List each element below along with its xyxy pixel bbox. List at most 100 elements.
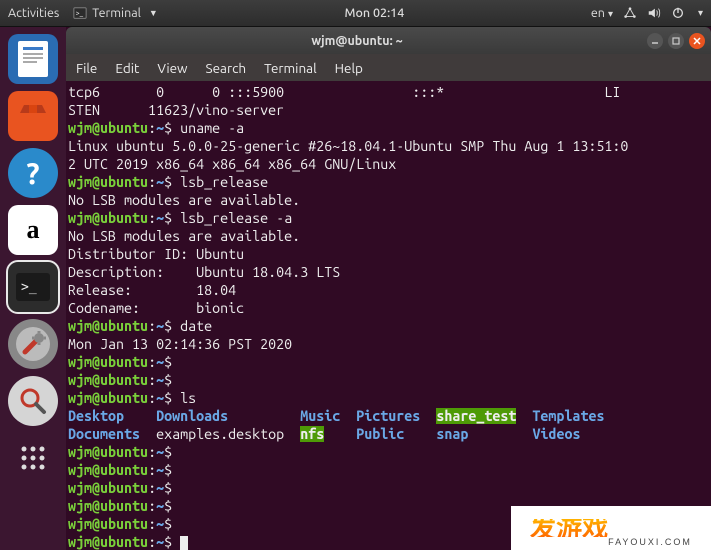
activities-button[interactable]: Activities — [8, 6, 59, 20]
launcher-search[interactable] — [8, 376, 58, 426]
prompt-user: wjm@ubuntu — [68, 480, 148, 496]
ls-dir: Pictures — [356, 408, 420, 424]
prompt-end: $ — [164, 174, 180, 190]
terminal-output: No LSB modules are available. — [68, 228, 300, 244]
prompt-end: $ — [164, 462, 180, 478]
system-menu-caret[interactable]: ▾ — [698, 7, 703, 19]
ls-file: examples.desktop — [156, 426, 284, 442]
terminal-output: No LSB modules are available. — [68, 192, 300, 208]
maximize-button[interactable] — [668, 33, 684, 49]
launcher-amazon[interactable]: a — [8, 205, 58, 255]
cmd: lsb_release -a — [180, 210, 292, 226]
app-menu-label: Terminal — [92, 6, 141, 20]
prompt-end: $ — [164, 354, 180, 370]
prompt-sep: : — [148, 390, 156, 406]
terminal-output: 2 UTC 2019 x86_64 x86_64 x86_64 GNU/Linu… — [68, 156, 396, 172]
terminal-output: Distributor ID: Ubuntu — [68, 246, 244, 262]
window-title: wjm@ubuntu: ~ — [72, 34, 642, 48]
prompt-user: wjm@ubuntu — [68, 534, 148, 550]
launcher-ubuntu-software[interactable] — [8, 91, 58, 141]
cmd: uname -a — [180, 120, 244, 136]
terminal-output: STEN 11623/vino-server — [68, 102, 284, 118]
cursor — [180, 536, 188, 550]
prompt-path: ~ — [156, 390, 164, 406]
terminal-output: Linux ubuntu 5.0.0-25-generic #26~18.04.… — [68, 138, 628, 154]
prompt-user: wjm@ubuntu — [68, 120, 148, 136]
network-icon[interactable] — [623, 6, 637, 20]
prompt-user: wjm@ubuntu — [68, 174, 148, 190]
lang-label: en — [591, 6, 605, 20]
cmd: ls — [180, 390, 196, 406]
svg-text:>_: >_ — [21, 280, 37, 295]
prompt-user: wjm@ubuntu — [68, 372, 148, 388]
prompt-sep: : — [148, 354, 156, 370]
prompt-sep: : — [148, 210, 156, 226]
menu-edit[interactable]: Edit — [115, 60, 139, 76]
ls-dir: Music — [300, 408, 340, 424]
launcher-terminal[interactable]: >_ — [8, 262, 58, 312]
prompt-end: $ — [164, 390, 180, 406]
terminal-output: tcp6 0 0 :::5900 :::* LI — [68, 84, 620, 100]
menu-help[interactable]: Help — [335, 60, 363, 76]
watermark-text: 发游戏 — [530, 519, 608, 537]
svg-text:>_: >_ — [76, 10, 84, 18]
prompt-path: ~ — [156, 318, 164, 334]
prompt-end: $ — [164, 534, 180, 550]
prompt-end: $ — [164, 444, 180, 460]
terminal-viewport[interactable]: tcp6 0 0 :::5900 :::* LI STEN 11623/vino… — [66, 81, 711, 550]
prompt-end: $ — [164, 516, 180, 532]
prompt-sep: : — [148, 534, 156, 550]
launcher-help[interactable]: ? — [8, 148, 58, 198]
prompt-sep: : — [148, 498, 156, 514]
menu-view[interactable]: View — [157, 60, 187, 76]
prompt-end: $ — [164, 210, 180, 226]
chevron-down-icon: ▼ — [149, 8, 158, 18]
prompt-path: ~ — [156, 534, 164, 550]
clock[interactable]: Mon 02:14 — [158, 6, 591, 20]
prompt-path: ~ — [156, 174, 164, 190]
prompt-user: wjm@ubuntu — [68, 390, 148, 406]
prompt-sep: : — [148, 318, 156, 334]
power-icon[interactable] — [671, 6, 685, 20]
window-titlebar[interactable]: wjm@ubuntu: ~ — [66, 27, 711, 54]
menubar: File Edit View Search Terminal Help — [66, 54, 711, 81]
prompt-user: wjm@ubuntu — [68, 462, 148, 478]
launcher-settings[interactable] — [8, 319, 58, 369]
prompt-user: wjm@ubuntu — [68, 354, 148, 370]
prompt-path: ~ — [156, 462, 164, 478]
prompt-path: ~ — [156, 354, 164, 370]
app-menu[interactable]: >_ Terminal ▼ — [73, 6, 158, 20]
ls-dir: Public — [356, 426, 404, 442]
ls-dir: Desktop — [68, 408, 124, 424]
terminal-output: Release: 18.04 — [68, 282, 236, 298]
launcher-show-apps[interactable] — [8, 433, 58, 483]
close-button[interactable] — [689, 33, 705, 49]
prompt-path: ~ — [156, 210, 164, 226]
launcher-libreoffice-writer[interactable] — [8, 34, 58, 84]
prompt-user: wjm@ubuntu — [68, 516, 148, 532]
launcher-dock: ? a >_ — [0, 27, 66, 550]
prompt-path: ~ — [156, 498, 164, 514]
cmd: lsb_release — [180, 174, 268, 190]
prompt-end: $ — [164, 480, 180, 496]
terminal-icon: >_ — [73, 6, 87, 20]
prompt-sep: : — [148, 174, 156, 190]
menu-search[interactable]: Search — [206, 60, 247, 76]
lang-indicator[interactable]: en▾ — [591, 6, 613, 20]
volume-icon[interactable] — [647, 6, 661, 20]
prompt-user: wjm@ubuntu — [68, 498, 148, 514]
gnome-topbar: Activities >_ Terminal ▼ Mon 02:14 en▾ ▾ — [0, 0, 711, 27]
ls-other: nfs — [300, 426, 324, 442]
prompt-sep: : — [148, 516, 156, 532]
watermark: 发游戏 FAYOUXI.COM — [511, 506, 711, 550]
ls-dir: Templates — [532, 408, 604, 424]
terminal-output: Codename: bionic — [68, 300, 244, 316]
prompt-user: wjm@ubuntu — [68, 444, 148, 460]
menu-terminal[interactable]: Terminal — [264, 60, 317, 76]
prompt-sep: : — [148, 372, 156, 388]
terminal-output: Mon Jan 13 02:14:36 PST 2020 — [68, 336, 292, 352]
minimize-button[interactable] — [647, 33, 663, 49]
ls-dir: Videos — [532, 426, 580, 442]
watermark-url: FAYOUXI.COM — [608, 533, 692, 550]
menu-file[interactable]: File — [76, 60, 97, 76]
